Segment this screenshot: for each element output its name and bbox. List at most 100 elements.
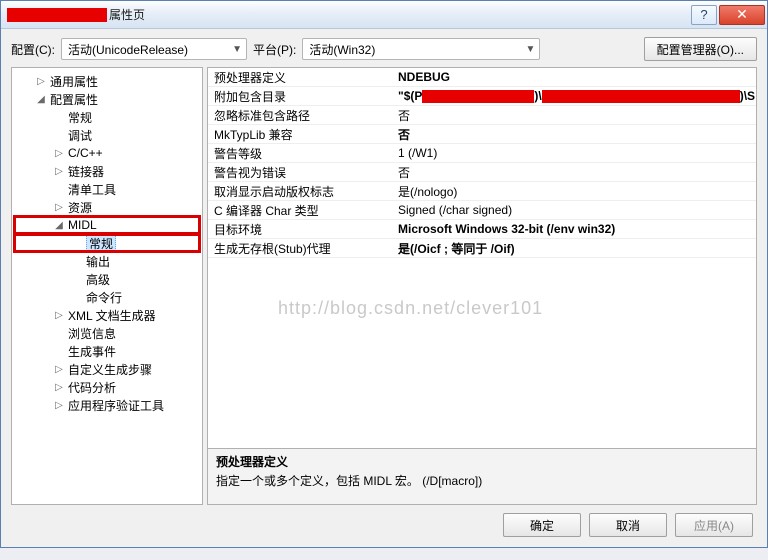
grid-row[interactable]: 忽略标准包含路径否 bbox=[208, 106, 756, 125]
grid-row[interactable]: 警告等级1 (/W1) bbox=[208, 144, 756, 163]
tree-item-label: 代码分析 bbox=[68, 379, 116, 396]
close-button[interactable]: ✕ bbox=[719, 5, 765, 25]
watermark: http://blog.csdn.net/clever101 bbox=[278, 298, 757, 319]
ok-button[interactable]: 确定 bbox=[503, 513, 581, 537]
config-combo[interactable]: 活动(UnicodeRelease) ▼ bbox=[61, 38, 247, 60]
tree-item[interactable]: ◢配置属性 bbox=[14, 90, 200, 108]
tree-item-label: MIDL bbox=[68, 218, 97, 232]
tree-item-label: XML 文档生成器 bbox=[68, 307, 156, 324]
tree-item-label: 通用属性 bbox=[50, 73, 98, 90]
platform-combo[interactable]: 活动(Win32) ▼ bbox=[302, 38, 540, 60]
config-combo-value: 活动(UnicodeRelease) bbox=[68, 41, 188, 58]
titlebar[interactable]: 属性页 ? ✕ bbox=[1, 1, 767, 29]
content-row: ▷通用属性◢配置属性常规调试▷C/C++▷链接器清单工具▷资源◢MIDL常规输出… bbox=[11, 67, 757, 505]
tree-item[interactable]: 高级 bbox=[14, 270, 200, 288]
dialog-body: 配置(C): 活动(UnicodeRelease) ▼ 平台(P): 活动(Wi… bbox=[1, 29, 767, 547]
right-pane: 预处理器定义NDEBUG附加包含目录"$(P)\)\S忽略标准包含路径否MkTy… bbox=[207, 67, 757, 505]
tree-twisty-icon[interactable]: ▷ bbox=[52, 364, 66, 375]
grid-value[interactable]: Microsoft Windows 32-bit (/env win32) bbox=[392, 220, 756, 238]
tree-item-label: 资源 bbox=[68, 199, 92, 216]
grid-value[interactable]: 否 bbox=[392, 163, 756, 181]
grid-value[interactable]: "$(P)\)\S bbox=[392, 87, 756, 105]
grid-value[interactable]: 1 (/W1) bbox=[392, 144, 756, 162]
tree-twisty-icon[interactable]: ▷ bbox=[52, 310, 66, 321]
tree-item[interactable]: 清单工具 bbox=[14, 180, 200, 198]
tree-item[interactable]: ▷XML 文档生成器 bbox=[14, 306, 200, 324]
tree-item[interactable]: ▷代码分析 bbox=[14, 378, 200, 396]
grid-key: 附加包含目录 bbox=[208, 87, 392, 105]
description-title: 预处理器定义 bbox=[216, 453, 748, 470]
grid-row[interactable]: C 编译器 Char 类型Signed (/char signed) bbox=[208, 201, 756, 220]
chevron-down-icon: ▼ bbox=[232, 44, 242, 55]
platform-label: 平台(P): bbox=[253, 41, 296, 58]
tree-item[interactable]: ◢MIDL bbox=[14, 216, 200, 234]
description-panel: 预处理器定义 指定一个或多个定义，包括 MIDL 宏。 (/D[macro]) bbox=[207, 449, 757, 505]
tree-item-label: 清单工具 bbox=[68, 181, 116, 198]
tree-item[interactable]: 输出 bbox=[14, 252, 200, 270]
tree-twisty-icon[interactable]: ▷ bbox=[52, 400, 66, 411]
grid-row[interactable]: 生成无存根(Stub)代理是(/Oicf ; 等同于 /Oif) bbox=[208, 239, 756, 258]
apply-button[interactable]: 应用(A) bbox=[675, 513, 753, 537]
grid-key: MkTypLib 兼容 bbox=[208, 125, 392, 143]
grid-row[interactable]: 警告视为错误否 bbox=[208, 163, 756, 182]
grid-key: 目标环境 bbox=[208, 220, 392, 238]
grid-value[interactable]: 否 bbox=[392, 125, 756, 143]
description-text: 指定一个或多个定义，包括 MIDL 宏。 (/D[macro]) bbox=[216, 472, 748, 489]
tree-item-label: C/C++ bbox=[68, 146, 103, 160]
config-label: 配置(C): bbox=[11, 41, 55, 58]
nav-tree[interactable]: ▷通用属性◢配置属性常规调试▷C/C++▷链接器清单工具▷资源◢MIDL常规输出… bbox=[11, 67, 203, 505]
grid-key: 警告等级 bbox=[208, 144, 392, 162]
chevron-down-icon: ▼ bbox=[525, 44, 535, 55]
tree-item[interactable]: 生成事件 bbox=[14, 342, 200, 360]
tree-item[interactable]: ▷C/C++ bbox=[14, 144, 200, 162]
grid-key: 预处理器定义 bbox=[208, 68, 392, 86]
grid-value[interactable]: NDEBUG bbox=[392, 68, 756, 86]
tree-item[interactable]: ▷通用属性 bbox=[14, 72, 200, 90]
grid-key: 生成无存根(Stub)代理 bbox=[208, 239, 392, 257]
grid-row[interactable]: MkTypLib 兼容否 bbox=[208, 125, 756, 144]
tree-item-label: 链接器 bbox=[68, 163, 104, 180]
grid-value[interactable]: 是(/nologo) bbox=[392, 182, 756, 200]
tree-twisty-icon[interactable]: ▷ bbox=[52, 382, 66, 393]
grid-row[interactable]: 目标环境Microsoft Windows 32-bit (/env win32… bbox=[208, 220, 756, 239]
grid-value[interactable]: 否 bbox=[392, 106, 756, 124]
tree-item-label: 配置属性 bbox=[50, 91, 98, 108]
tree-item-label: 命令行 bbox=[86, 289, 122, 306]
grid-row[interactable]: 预处理器定义NDEBUG bbox=[208, 68, 756, 87]
config-manager-button[interactable]: 配置管理器(O)... bbox=[644, 37, 757, 61]
window-title: 属性页 bbox=[109, 6, 145, 23]
grid-row[interactable]: 附加包含目录"$(P)\)\S bbox=[208, 87, 756, 106]
tree-item-label: 浏览信息 bbox=[68, 325, 116, 342]
tree-item[interactable]: 命令行 bbox=[14, 288, 200, 306]
tree-twisty-icon[interactable]: ▷ bbox=[34, 76, 48, 87]
tree-item-label: 生成事件 bbox=[68, 343, 116, 360]
platform-combo-value: 活动(Win32) bbox=[309, 41, 375, 58]
tree-item[interactable]: ▷应用程序验证工具 bbox=[14, 396, 200, 414]
tree-item-label: 调试 bbox=[68, 127, 92, 144]
grid-row[interactable]: 取消显示启动版权标志是(/nologo) bbox=[208, 182, 756, 201]
property-page-window: 属性页 ? ✕ 配置(C): 活动(UnicodeRelease) ▼ 平台(P… bbox=[0, 0, 768, 548]
tree-item-label: 自定义生成步骤 bbox=[68, 361, 152, 378]
tree-item[interactable]: 常规 bbox=[14, 108, 200, 126]
tree-item[interactable]: ▷资源 bbox=[14, 198, 200, 216]
tree-twisty-icon[interactable]: ◢ bbox=[52, 220, 66, 231]
cancel-button[interactable]: 取消 bbox=[589, 513, 667, 537]
footer: 确定 取消 应用(A) bbox=[11, 505, 757, 541]
tree-item[interactable]: ▷自定义生成步骤 bbox=[14, 360, 200, 378]
tree-item-label: 高级 bbox=[86, 271, 110, 288]
grid-value[interactable]: 是(/Oicf ; 等同于 /Oif) bbox=[392, 239, 756, 257]
tree-twisty-icon[interactable]: ▷ bbox=[52, 148, 66, 159]
tree-item-label: 常规 bbox=[68, 109, 92, 126]
tree-item[interactable]: ▷链接器 bbox=[14, 162, 200, 180]
grid-value[interactable]: Signed (/char signed) bbox=[392, 201, 756, 219]
property-grid[interactable]: 预处理器定义NDEBUG附加包含目录"$(P)\)\S忽略标准包含路径否MkTy… bbox=[207, 67, 757, 449]
help-button[interactable]: ? bbox=[691, 5, 717, 25]
tree-item-label: 应用程序验证工具 bbox=[68, 397, 164, 414]
tree-twisty-icon[interactable]: ◢ bbox=[34, 94, 48, 105]
tree-item[interactable]: 浏览信息 bbox=[14, 324, 200, 342]
tree-twisty-icon[interactable]: ▷ bbox=[52, 166, 66, 177]
tree-item[interactable]: 常规 bbox=[14, 234, 200, 252]
grid-key: C 编译器 Char 类型 bbox=[208, 201, 392, 219]
tree-item[interactable]: 调试 bbox=[14, 126, 200, 144]
tree-twisty-icon[interactable]: ▷ bbox=[52, 202, 66, 213]
